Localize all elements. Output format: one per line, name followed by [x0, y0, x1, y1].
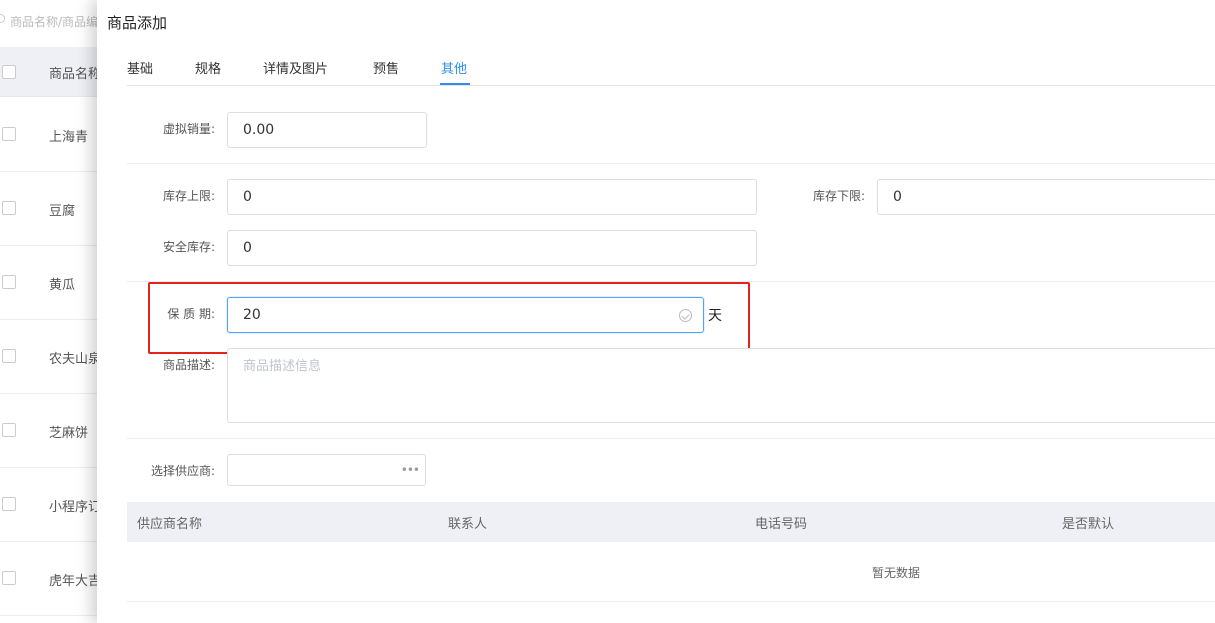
- tab-bar: 基础 规格 详情及图片 预售 其他: [127, 56, 1215, 86]
- supplier-label: 选择供应商:: [150, 464, 215, 478]
- row-product-name: 上海青: [49, 130, 89, 145]
- column-supplier-name: 供应商名称: [137, 517, 203, 532]
- supplier-table-body: 暂无数据: [127, 542, 1215, 602]
- row-checkbox[interactable]: [2, 127, 16, 141]
- stock-lower-label: 库存下限:: [812, 189, 865, 203]
- table-row[interactable]: 农夫山泉: [0, 320, 110, 394]
- search-icon: [0, 14, 5, 23]
- table-row[interactable]: 上海青: [0, 98, 110, 172]
- tab-specs[interactable]: 规格: [195, 58, 221, 77]
- background-search[interactable]: 商品名称/商品编码: [0, 0, 110, 40]
- stock-upper-label: 库存上限:: [162, 189, 215, 203]
- drawer-title: 商品添加: [107, 14, 168, 32]
- column-is-default: 是否默认: [1062, 517, 1115, 532]
- row-checkbox[interactable]: [2, 349, 16, 363]
- supplier-select-input[interactable]: •••: [227, 454, 426, 486]
- row-checkbox[interactable]: [2, 497, 16, 511]
- column-contact: 联系人: [448, 517, 488, 532]
- header-product-name: 商品名称: [49, 67, 102, 82]
- empty-data-text: 暂无数据: [872, 566, 921, 580]
- search-placeholder: 商品名称/商品编码: [10, 15, 110, 29]
- active-tab-indicator: [440, 83, 470, 85]
- row-product-name: 小程序订: [49, 500, 102, 515]
- row-checkbox[interactable]: [2, 201, 16, 215]
- row-product-name: 芝麻饼: [49, 426, 89, 441]
- safety-stock-input[interactable]: 0: [227, 230, 757, 266]
- shelf-life-value: 20: [243, 307, 261, 323]
- safety-stock-label: 安全库存:: [162, 240, 215, 254]
- virtual-sales-input[interactable]: 0.00: [227, 112, 427, 148]
- row-product-name: 豆腐: [49, 204, 76, 219]
- tab-presale[interactable]: 预售: [373, 58, 399, 77]
- stock-upper-input[interactable]: 0: [227, 179, 757, 215]
- row-checkbox[interactable]: [2, 571, 16, 585]
- row-product-name: 黄瓜: [49, 278, 76, 293]
- check-circle-icon: [679, 309, 692, 322]
- section-divider: [127, 163, 1215, 164]
- section-divider: [127, 438, 1215, 439]
- select-all-checkbox[interactable]: [2, 65, 16, 79]
- product-add-drawer: 商品添加 基础 规格 详情及图片 预售 其他 虚拟销量: 0.00 库存上限: …: [97, 0, 1215, 623]
- table-row[interactable]: 虎年大吉: [0, 542, 110, 616]
- table-row[interactable]: 豆腐: [0, 172, 110, 246]
- stock-lower-input[interactable]: 0: [877, 179, 1215, 215]
- description-textarea[interactable]: 商品描述信息: [227, 348, 1215, 423]
- row-checkbox[interactable]: [2, 423, 16, 437]
- column-phone: 电话号码: [755, 517, 808, 532]
- table-row[interactable]: 黄瓜: [0, 246, 110, 320]
- row-product-name: 虎年大吉: [49, 574, 102, 589]
- background-product-list: 商品名称/商品编码 商品名称 上海青 豆腐 黄瓜 农夫山泉 芝麻饼 小程序订 虎…: [0, 0, 110, 623]
- table-row[interactable]: 芝麻饼: [0, 394, 110, 468]
- tab-details-images[interactable]: 详情及图片: [263, 58, 328, 77]
- table-row[interactable]: 小程序订: [0, 468, 110, 542]
- row-checkbox[interactable]: [2, 275, 16, 289]
- row-product-name: 农夫山泉: [49, 352, 102, 367]
- shelf-life-unit: 天: [708, 308, 722, 324]
- description-label: 商品描述:: [162, 358, 215, 372]
- shelf-life-input[interactable]: 20: [227, 297, 704, 333]
- background-table-header: 商品名称: [0, 47, 110, 97]
- shelf-life-label: 保 质 期:: [167, 307, 215, 321]
- tab-other[interactable]: 其他: [441, 58, 467, 77]
- supplier-table-header: 供应商名称 联系人 电话号码 是否默认: [127, 502, 1215, 542]
- more-dots-icon[interactable]: •••: [401, 463, 420, 477]
- virtual-sales-label: 虚拟销量:: [162, 122, 215, 136]
- tab-basic[interactable]: 基础: [127, 58, 153, 77]
